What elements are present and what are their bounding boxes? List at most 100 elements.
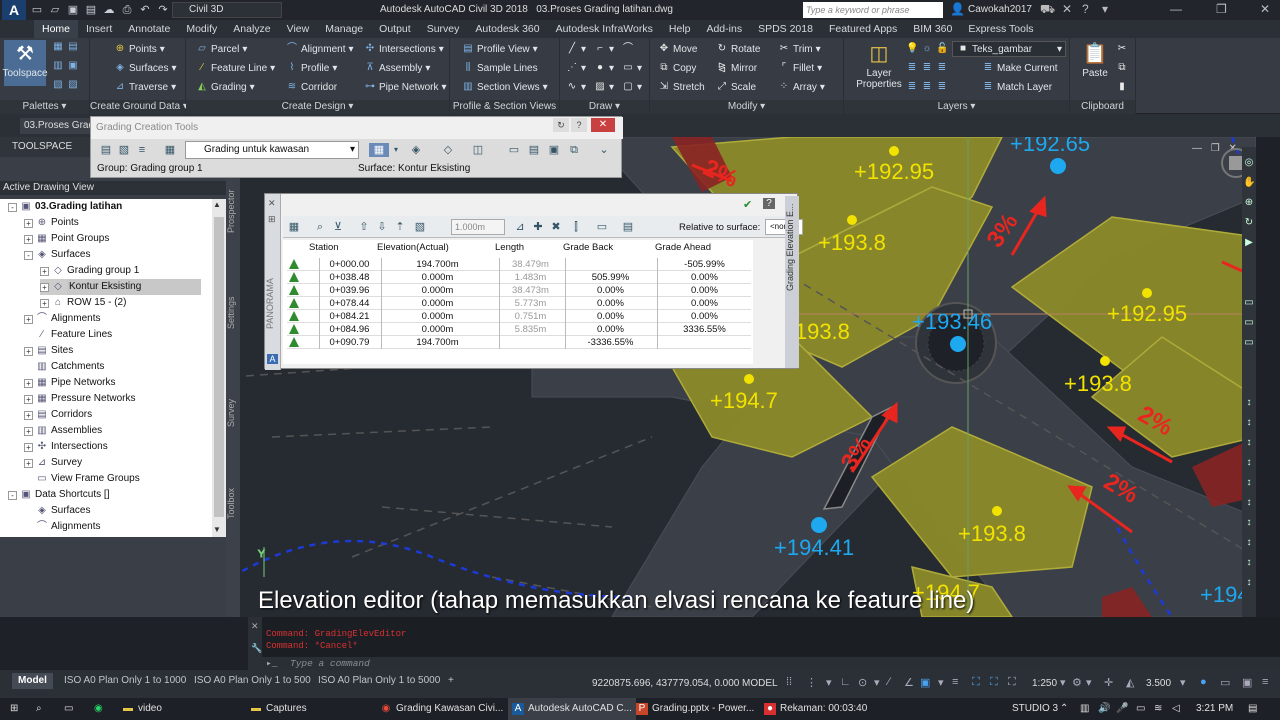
side-tab-survey[interactable]: Survey	[226, 383, 240, 443]
sample-lines-button[interactable]: ⫼ Sample Lines	[462, 62, 538, 74]
trim-button[interactable]: ✂ Trim ▾	[778, 43, 821, 55]
search-input[interactable]: Type a keyword or phrase	[803, 2, 943, 18]
corridor-button[interactable]: ≋ Corridor	[286, 81, 337, 93]
grading-volume-icon[interactable]: ◫	[471, 143, 485, 157]
arc-tool[interactable]: ⌒	[622, 43, 634, 55]
toolspace-view-dropdown[interactable]: Active Drawing View	[0, 181, 226, 195]
boundary-tool[interactable]: ▢ ▾	[622, 81, 642, 93]
customize-icon[interactable]: ≡	[1262, 676, 1268, 688]
table-cell[interactable]: 505.99%	[565, 271, 655, 284]
snap-mode-icon[interactable]: ⋮	[806, 676, 817, 689]
nav-tool-4-icon[interactable]: ↕	[1243, 397, 1255, 409]
tree-item[interactable]: + ◇ Grading group 1	[40, 263, 139, 279]
tree-item[interactable]: - ▣ 03.Grading latihan	[8, 199, 122, 215]
tree-item[interactable]: ∕ Feature Lines	[24, 327, 112, 343]
osnap-dropdown-icon[interactable]: ▾	[938, 676, 944, 689]
tree-item[interactable]: + ◇ Kontur Eksisting	[40, 279, 202, 295]
nav-tool-9-icon[interactable]: ↕	[1243, 497, 1255, 509]
panorama-close-icon[interactable]: ✕	[268, 198, 276, 209]
notifications-icon[interactable]: ▤	[1248, 698, 1257, 720]
table-cell[interactable]: 0.000m	[381, 271, 493, 284]
ee-insert-icon[interactable]: ✚	[531, 220, 545, 234]
ee-zoom-icon[interactable]: ⌕	[313, 220, 327, 234]
table-cell[interactable]: 0+090.79	[319, 336, 379, 349]
tree-item[interactable]: ⌒ Alignments	[24, 519, 100, 535]
ee-flatten-icon[interactable]: ⊿	[513, 220, 527, 234]
nav-tool-12-icon[interactable]: ↕	[1243, 557, 1255, 569]
tab-analyze[interactable]: Analyze	[225, 20, 278, 38]
tab-modify[interactable]: Modify	[178, 20, 225, 38]
table-cell[interactable]: 0.00%	[657, 284, 751, 297]
nav-tool-7-icon[interactable]: ↕	[1243, 457, 1255, 469]
table-row[interactable]: 0+038.48 0.000m 1.483m 505.99% 0.00%	[287, 271, 751, 284]
match-prop-button[interactable]: ▮	[1116, 81, 1128, 93]
table-cell[interactable]: -3336.55%	[565, 336, 655, 349]
tab-infraworks[interactable]: Autodesk InfraWorks	[548, 20, 661, 38]
document-tab[interactable]: 03.Proses Grad	[20, 118, 90, 134]
tab-bim360[interactable]: BIM 360	[905, 20, 960, 38]
tab-spds[interactable]: SPDS 2018	[750, 20, 821, 38]
tab-addins[interactable]: Add-ins	[698, 20, 750, 38]
isodraft-icon[interactable]: ∕	[888, 676, 890, 688]
nav-tool-3-icon[interactable]: ▭	[1243, 337, 1255, 349]
pan-icon[interactable]: ✋	[1243, 177, 1255, 189]
match-layer-button[interactable]: ≣ Match Layer	[982, 81, 1052, 93]
tree-item[interactable]: + ⌒ Alignments	[24, 311, 100, 327]
copy-clip-button[interactable]: ⧉	[1116, 62, 1128, 74]
nav-tool-6-icon[interactable]: ↕	[1243, 437, 1255, 449]
command-close-icon[interactable]: ✕	[251, 621, 259, 632]
table-cell[interactable]: 5.835m	[499, 323, 561, 336]
layer-properties-button[interactable]: ◫ Layer Properties	[854, 40, 904, 90]
gear-dropdown-icon[interactable]: ▾	[1086, 676, 1092, 689]
table-row[interactable]: 0+000.00 194.700m 38.479m -505.99%	[287, 258, 751, 271]
taskbar-recording[interactable]: ● Rekaman: 00:03:40	[764, 698, 867, 720]
orbit-icon[interactable]: ↻	[1243, 217, 1255, 229]
scroll-down-icon[interactable]: ▼	[213, 525, 221, 534]
task-view-icon[interactable]: ▭	[64, 698, 73, 720]
tree-item[interactable]: + ▤ Corridors	[24, 407, 92, 423]
zoom-icon[interactable]: ⊕	[1243, 197, 1255, 209]
tree-item[interactable]: + ▤ Sites	[24, 343, 73, 359]
tree-item[interactable]: - ▣ Data Shortcuts []	[8, 487, 109, 503]
restore-icon[interactable]: ❐	[1216, 2, 1227, 16]
polyline-tool[interactable]: ⌐ ▾	[594, 43, 614, 55]
ee-accept-icon[interactable]: ✔	[743, 198, 752, 211]
toolspace-button[interactable]: ⚒ Toolspace	[2, 40, 48, 86]
save-icon[interactable]: ▣	[66, 3, 80, 17]
taskbar-clock[interactable]: 3:21 PM	[1196, 698, 1233, 720]
create-ground-data-title[interactable]: Create Ground Data ▾	[90, 100, 188, 114]
polar-icon[interactable]: ⊙	[858, 676, 867, 689]
scale-button[interactable]: ⤢ Scale	[716, 81, 756, 93]
tree-item[interactable]: ▥ Catchments	[24, 359, 104, 375]
tree-item[interactable]: + ⌂ ROW 15 - (2)	[40, 295, 126, 311]
workspace-dropdown[interactable]: Civil 3D	[172, 2, 282, 18]
table-cell[interactable]: 0.000m	[381, 323, 493, 336]
nav-tool-2-icon[interactable]: ▭	[1243, 317, 1255, 329]
table-cell[interactable]: 3336.55%	[657, 323, 751, 336]
section-views-button[interactable]: ▥ Section Views ▾	[462, 81, 547, 93]
table-cell[interactable]: 0.000m	[381, 310, 493, 323]
side-tab-prospector[interactable]: Prospector	[226, 181, 240, 241]
wifi-icon[interactable]: ≋	[1154, 698, 1162, 720]
side-tab-toolbox[interactable]: Toolbox	[226, 473, 240, 533]
tray-chevron-icon[interactable]: ⌃	[1060, 698, 1068, 720]
tree-item[interactable]: + ⊕ Points	[24, 215, 79, 231]
tree-expand-icon[interactable]: +	[24, 218, 33, 228]
ee-raise-icon[interactable]: ⇧	[357, 220, 371, 234]
feature-line-button[interactable]: ∕ Feature Line ▾	[196, 62, 275, 74]
tree-expand-icon[interactable]: +	[24, 442, 33, 452]
cloud-icon[interactable]: ☁	[102, 3, 116, 17]
construct-tool[interactable]: ⋰ ▾	[566, 62, 586, 74]
tab-manage[interactable]: Manage	[317, 20, 371, 38]
table-cell[interactable]: 1.483m	[499, 271, 561, 284]
ee-lower-icon[interactable]: ⇩	[375, 220, 389, 234]
taskbar-powerpoint[interactable]: P Grading.pptx - Power...	[636, 698, 754, 720]
tab-layout-5000[interactable]: ISO A0 Plan Only 1 to 5000	[312, 673, 446, 689]
tab-home[interactable]: Home	[34, 20, 79, 38]
tree-item[interactable]: + ▦ Pressure Networks	[24, 391, 135, 407]
tab-autodesk360[interactable]: Autodesk 360	[467, 20, 547, 38]
tab-featured-apps[interactable]: Featured Apps	[821, 20, 905, 38]
table-row[interactable]: 0+078.44 0.000m 5.773m 0.00% 0.00%	[287, 297, 751, 310]
taskbar-studio[interactable]: STUDIO 3	[1012, 698, 1058, 720]
nav-tool-13-icon[interactable]: ↕	[1243, 577, 1255, 589]
